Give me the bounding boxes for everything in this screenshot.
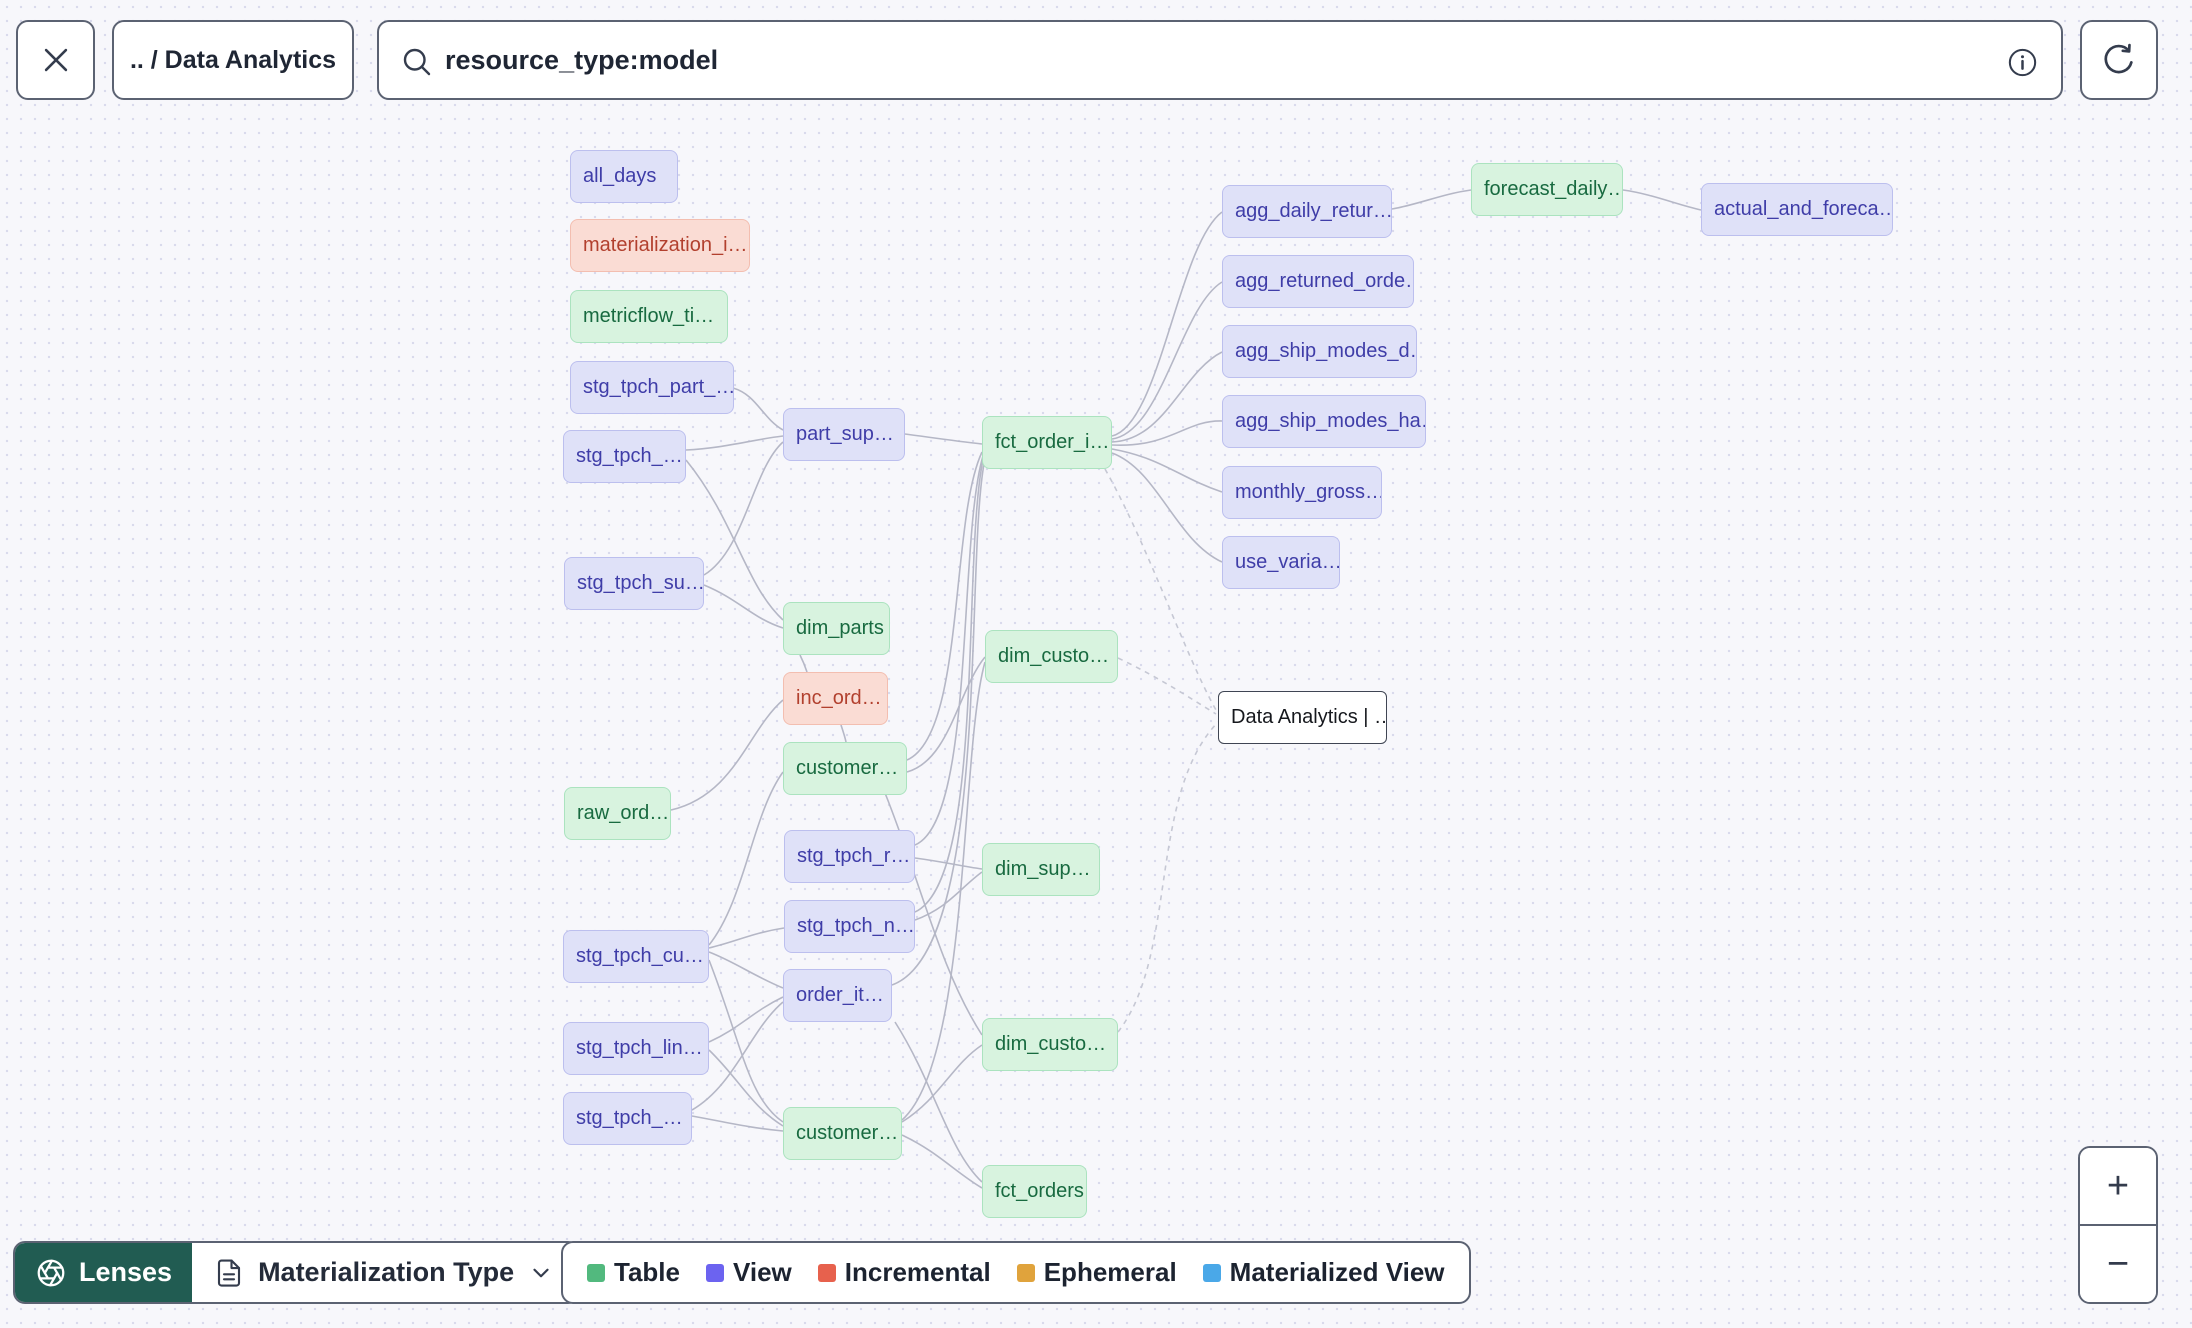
lens-selector[interactable]: Materialization Type (192, 1243, 579, 1302)
lineage-edge (1111, 351, 1223, 443)
graph-node-view[interactable]: actual_and_foreca… (1701, 183, 1893, 236)
search-input[interactable] (443, 43, 1991, 77)
graph-node-incremental[interactable]: materialization_i… (570, 219, 750, 272)
lenses-button[interactable]: Lenses (15, 1243, 193, 1302)
graph-node-view[interactable]: monthly_gross… (1222, 466, 1382, 519)
refresh-icon (2104, 43, 2133, 74)
zoom-out-button[interactable]: − (2080, 1226, 2156, 1302)
lineage-edge (914, 871, 983, 921)
lineage-edge (708, 959, 784, 1123)
close-button[interactable] (16, 20, 95, 100)
graph-node-view[interactable]: all_days (570, 150, 678, 203)
materialization-legend: Table View Incremental Ephemeral Materia… (561, 1241, 1471, 1304)
lineage-edge (1111, 452, 1223, 563)
legend-item-ephemeral: Ephemeral (1016, 1257, 1177, 1288)
lineage-edge (901, 1134, 983, 1189)
legend-swatch-table (587, 1263, 605, 1282)
selected-lens-label: Materialization Type (258, 1257, 515, 1287)
lineage-edge (914, 857, 983, 870)
graph-node-view[interactable]: agg_ship_modes_ha… (1222, 395, 1426, 448)
lineage-edge (894, 1021, 983, 1183)
lineage-edge (708, 927, 785, 949)
graph-node-exposure[interactable]: Data Analytics | … (1218, 691, 1387, 744)
lineage-edge (1111, 448, 1223, 493)
legend-swatch-ephemeral (1016, 1263, 1035, 1282)
lineage-edge (1111, 211, 1223, 437)
close-icon (44, 48, 67, 72)
lineage-edge (1117, 657, 1217, 715)
lineage-edge (914, 459, 984, 913)
graph-node-view[interactable]: stg_tpch_r… (784, 830, 915, 883)
graph-node-table[interactable]: customer… (783, 1107, 902, 1160)
info-icon[interactable] (2006, 46, 2039, 79)
graph-node-table[interactable]: raw_ord… (564, 787, 671, 840)
graph-node-view[interactable]: stg_tpch_lin… (563, 1022, 709, 1075)
graph-node-view[interactable]: stg_tpch_n… (784, 900, 915, 953)
lineage-edge (1391, 189, 1472, 210)
aperture-icon (37, 1259, 65, 1286)
graph-node-table[interactable]: metricflow_ti… (570, 290, 728, 343)
search-icon (403, 48, 431, 76)
graph-node-table[interactable]: fct_orders (982, 1165, 1087, 1218)
graph-node-table[interactable]: dim_sup… (982, 843, 1100, 896)
graph-node-table[interactable]: dim_parts (783, 602, 890, 655)
zoom-controls: + − (2078, 1146, 2158, 1304)
lineage-edge (1622, 189, 1702, 211)
lineage-edge (799, 654, 808, 673)
graph-node-view[interactable]: use_varia… (1222, 536, 1340, 589)
legend-item-incremental: Incremental (817, 1257, 991, 1288)
legend-item-materialized-view: Materialized View (1202, 1257, 1445, 1288)
graph-node-table[interactable]: fct_order_i… (982, 416, 1112, 469)
graph-node-view[interactable]: agg_daily_retur… (1222, 185, 1392, 238)
lineage-edge (708, 996, 784, 1043)
graph-node-view[interactable]: agg_returned_orde… (1222, 255, 1414, 308)
graph-node-view[interactable]: stg_tpch_part_… (570, 361, 734, 414)
lineage-edge (708, 771, 784, 946)
lineage-edge (670, 699, 784, 811)
chevron-down-icon (533, 1268, 549, 1277)
graph-node-table[interactable]: dim_custo… (982, 1018, 1118, 1071)
lineage-edge (691, 1115, 784, 1132)
legend-swatch-materialized-view (1202, 1263, 1221, 1282)
graph-node-table[interactable]: customer… (783, 742, 907, 795)
lineage-edge (1111, 281, 1223, 440)
graph-node-view[interactable]: order_it… (783, 969, 892, 1022)
graph-node-view[interactable]: stg_tpch_… (563, 430, 686, 483)
lineage-app: all_days materialization_i… metricflow_ti…… (0, 0, 2192, 1328)
breadcrumb[interactable]: .. / Data Analytics (112, 20, 354, 100)
graph-node-view[interactable]: stg_tpch_cu… (563, 930, 709, 983)
legend-swatch-incremental (817, 1263, 836, 1282)
document-icon (218, 1258, 241, 1287)
legend-swatch-view (705, 1263, 724, 1282)
graph-node-table[interactable]: forecast_daily… (1471, 163, 1623, 216)
lineage-edge (703, 441, 784, 576)
lineage-edge (840, 724, 847, 743)
lineage-edge (708, 951, 784, 989)
graph-node-view[interactable]: part_sup… (783, 408, 905, 461)
lineage-edge (1104, 468, 1217, 711)
lineage-edge (1117, 721, 1219, 1033)
graph-node-view[interactable]: agg_ship_modes_d… (1222, 325, 1417, 378)
refresh-button[interactable] (2080, 20, 2158, 100)
zoom-in-button[interactable]: + (2080, 1148, 2156, 1224)
lineage-edge (904, 433, 983, 445)
graph-node-view[interactable]: stg_tpch_su… (564, 557, 704, 610)
legend-item-view: View (705, 1257, 792, 1288)
lineage-edge (708, 1049, 784, 1127)
graph-node-table[interactable]: dim_custo… (985, 630, 1118, 683)
search-bar (377, 20, 2063, 100)
lenses-label: Lenses (79, 1257, 173, 1287)
graph-node-view[interactable]: stg_tpch_… (563, 1092, 692, 1145)
lineage-edge (685, 435, 784, 451)
lineage-edge (732, 387, 784, 431)
lineage-edge (906, 656, 986, 773)
legend-item-table: Table (587, 1257, 680, 1288)
lenses-bar: Lenses Materialization Type (13, 1241, 581, 1304)
graph-node-incremental[interactable]: inc_ord… (783, 672, 888, 725)
